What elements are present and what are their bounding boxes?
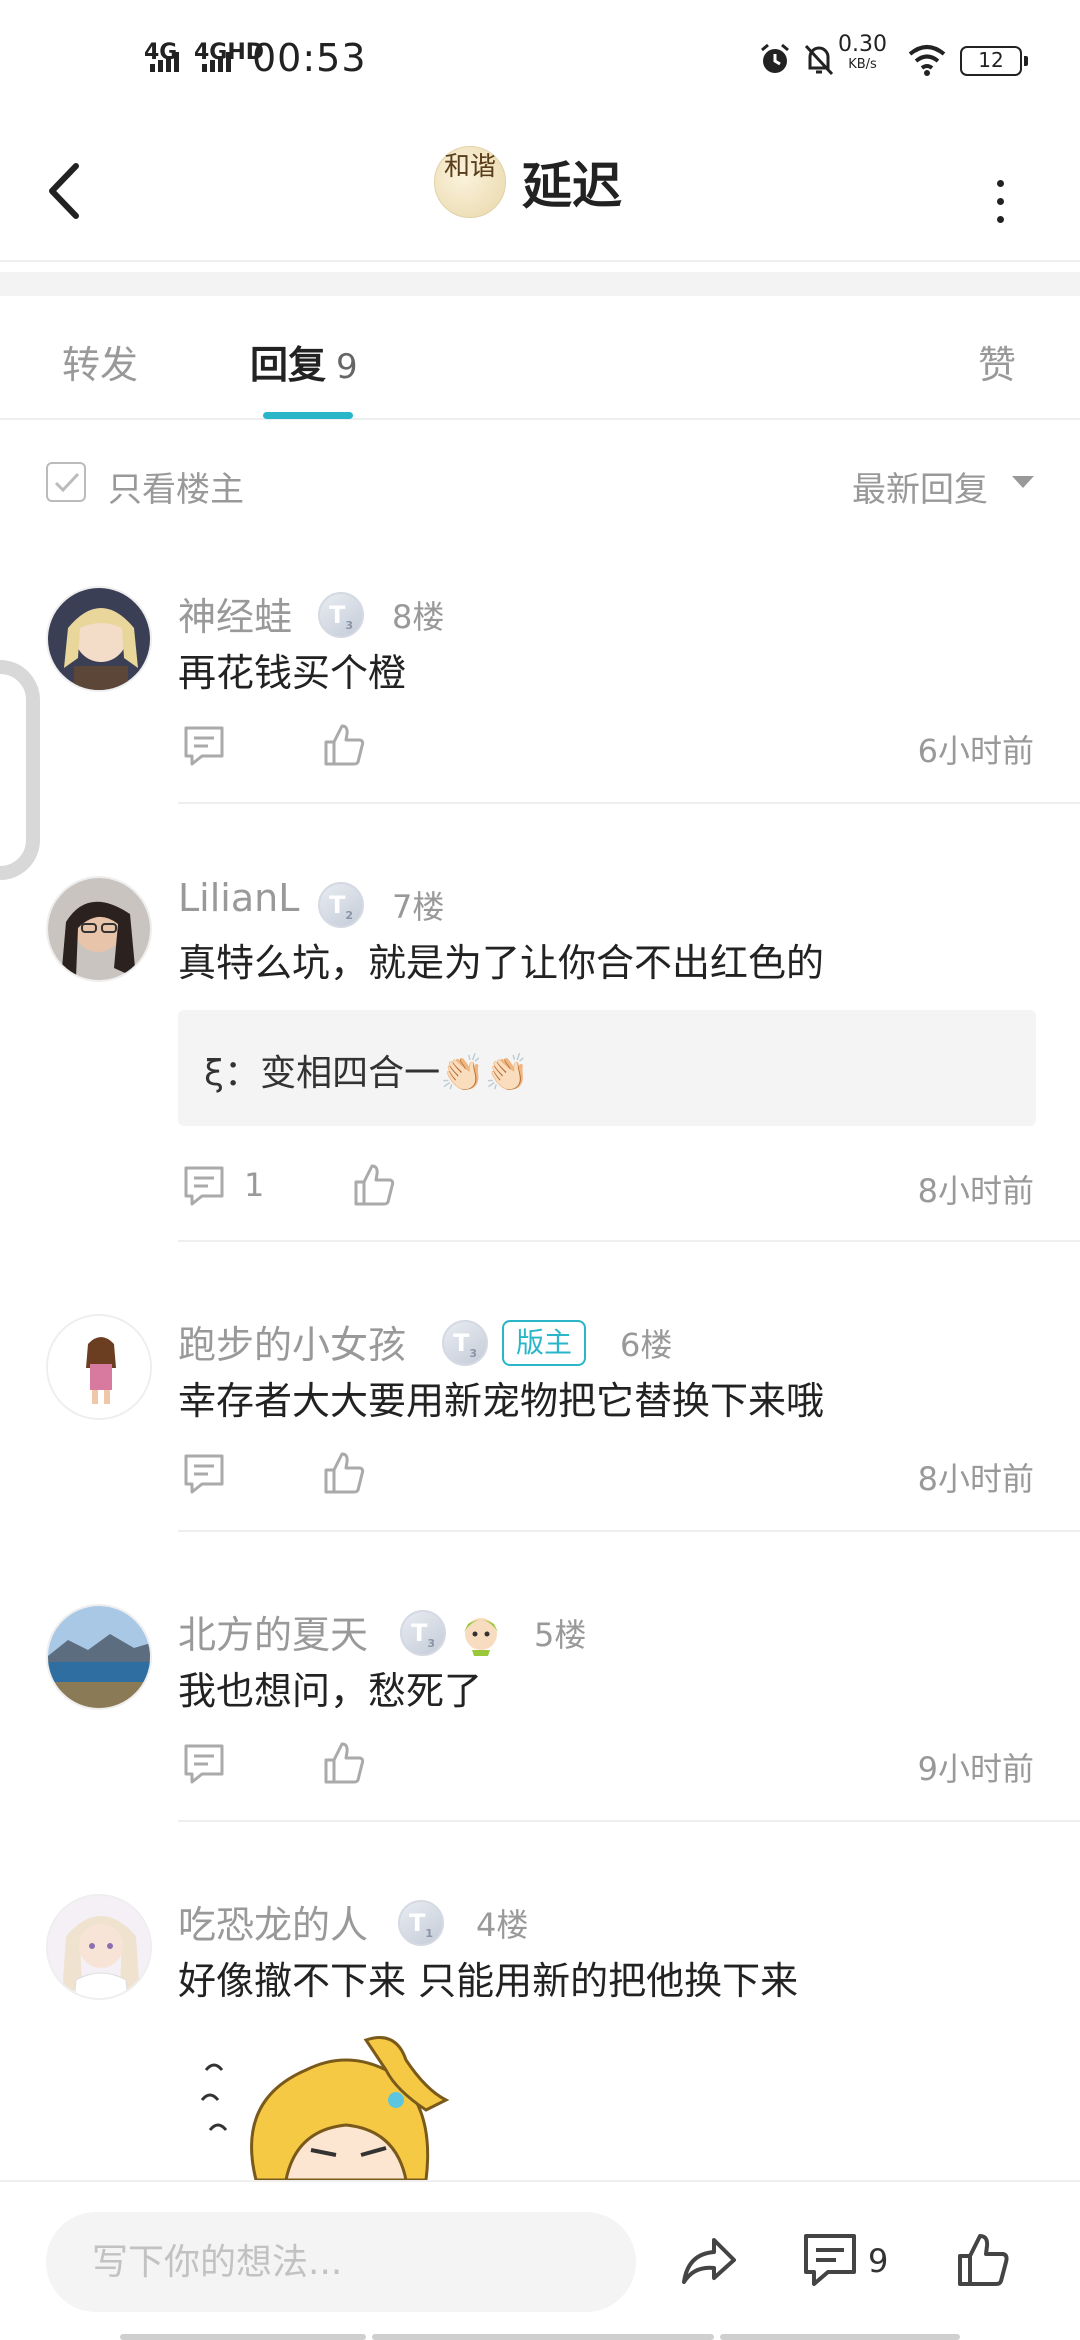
tab-bar: 转发 回复 9 赞 bbox=[0, 296, 1080, 420]
username[interactable]: LilianL bbox=[178, 876, 299, 920]
signal-icon bbox=[202, 52, 231, 72]
divider bbox=[178, 1820, 1080, 1822]
battery-icon: 12 bbox=[960, 46, 1028, 76]
username[interactable]: 跑步的小女孩 bbox=[178, 1314, 406, 1369]
floor-number: 4楼 bbox=[476, 1906, 529, 1944]
timestamp: 6小时前 bbox=[917, 732, 1034, 770]
comment-text: 真特么坑，就是为了让你合不出红色的 bbox=[178, 941, 825, 985]
section-gap bbox=[0, 272, 1080, 296]
signal-icon bbox=[150, 52, 179, 72]
top-navigation: 和谐 延迟 bbox=[0, 120, 1080, 260]
divider bbox=[178, 802, 1080, 804]
bell-muted-icon bbox=[804, 44, 834, 76]
reply-count: 1 bbox=[244, 1166, 265, 1204]
sort-dropdown[interactable]: 最新回复 bbox=[852, 462, 988, 511]
wifi-icon bbox=[908, 45, 946, 76]
only-op-label[interactable]: 只看楼主 bbox=[108, 462, 244, 511]
nav-handle bbox=[120, 2334, 366, 2340]
level-badge: T3 bbox=[400, 1610, 446, 1656]
level-badge: T1 bbox=[398, 1900, 444, 1946]
character-badge-icon bbox=[464, 1618, 498, 1656]
like-icon[interactable] bbox=[956, 2232, 1010, 2288]
avatar[interactable] bbox=[46, 876, 152, 982]
caret-down-icon[interactable] bbox=[1012, 476, 1034, 488]
avatar[interactable] bbox=[46, 1314, 152, 1420]
like-icon[interactable] bbox=[352, 1162, 396, 1208]
divider bbox=[0, 260, 1080, 262]
floor-number: 5楼 bbox=[534, 1616, 587, 1654]
tab-like[interactable]: 赞 bbox=[978, 334, 1016, 389]
like-icon[interactable] bbox=[322, 722, 366, 768]
floor-number: 7楼 bbox=[392, 888, 445, 926]
comment-icon[interactable] bbox=[802, 2232, 858, 2288]
sticker-image[interactable] bbox=[196, 2030, 456, 2180]
avatar[interactable] bbox=[46, 1604, 152, 1710]
timestamp: 8小时前 bbox=[917, 1460, 1034, 1498]
avatar[interactable] bbox=[46, 586, 152, 692]
check-icon bbox=[54, 472, 80, 493]
floor-number: 8楼 bbox=[392, 598, 445, 636]
comment-count: 9 bbox=[868, 2242, 889, 2280]
reply-icon[interactable] bbox=[182, 1452, 226, 1496]
back-icon[interactable] bbox=[40, 156, 90, 226]
page-title: 延迟 bbox=[522, 157, 622, 215]
tab-repost[interactable]: 转发 bbox=[62, 334, 138, 389]
tab-reply-count: 9 bbox=[336, 347, 358, 387]
alarm-icon bbox=[761, 43, 789, 73]
username[interactable]: 神经蛙 bbox=[178, 586, 292, 641]
divider bbox=[178, 1240, 1080, 1242]
floor-number: 6楼 bbox=[620, 1326, 673, 1364]
share-icon[interactable] bbox=[680, 2234, 738, 2288]
username[interactable]: 吃恐龙的人 bbox=[178, 1894, 368, 1949]
tab-active-indicator bbox=[263, 412, 353, 419]
comment-text: 再花钱买个橙 bbox=[178, 651, 407, 695]
moderator-badge: 版主 bbox=[502, 1320, 587, 1366]
status-bar: 4G 4GHD 00:53 0.30 KB/s 12 bbox=[0, 0, 1080, 120]
like-icon[interactable] bbox=[322, 1450, 366, 1496]
comment-text: 好像撤不下来 只能用新的把他换下来 bbox=[178, 1959, 799, 2003]
level-badge: T3 bbox=[318, 592, 364, 638]
level-badge: T2 bbox=[318, 882, 364, 928]
more-options-icon[interactable] bbox=[980, 160, 1020, 230]
nav-handle bbox=[720, 2334, 960, 2340]
username[interactable]: 北方的夏天 bbox=[178, 1604, 368, 1659]
level-badge: T3 bbox=[442, 1320, 488, 1366]
edge-swipe-handle[interactable] bbox=[0, 660, 40, 880]
tab-reply-label: 回复 bbox=[250, 343, 327, 387]
forum-logo[interactable]: 和谐 bbox=[434, 146, 506, 218]
avatar[interactable] bbox=[46, 1894, 152, 2000]
only-op-checkbox[interactable] bbox=[46, 462, 86, 502]
tab-reply[interactable]: 回复 9 bbox=[250, 334, 358, 389]
comment-text: 幸存者大大要用新宠物把它替换下来哦 bbox=[178, 1379, 825, 1423]
timestamp: 8小时前 bbox=[917, 1172, 1034, 1210]
clock: 00:53 bbox=[252, 36, 367, 80]
bottom-action-bar: 9 bbox=[0, 2180, 1080, 2340]
divider bbox=[178, 1530, 1080, 1532]
nav-handle bbox=[372, 2334, 714, 2340]
comment-text: 我也想问，愁死了 bbox=[178, 1669, 483, 1713]
reply-icon[interactable] bbox=[182, 1164, 226, 1208]
like-icon[interactable] bbox=[322, 1740, 366, 1786]
quoted-reply[interactable]: ξ：变相四合一👏🏻👏🏻 bbox=[178, 1010, 1036, 1126]
reply-icon[interactable] bbox=[182, 1742, 226, 1786]
comment-input[interactable] bbox=[46, 2212, 636, 2312]
timestamp: 9小时前 bbox=[917, 1750, 1034, 1788]
network-speed: 0.30 KB/s bbox=[838, 32, 887, 72]
reply-icon[interactable] bbox=[182, 724, 226, 768]
filter-row: 只看楼主 最新回复 bbox=[0, 420, 1080, 544]
